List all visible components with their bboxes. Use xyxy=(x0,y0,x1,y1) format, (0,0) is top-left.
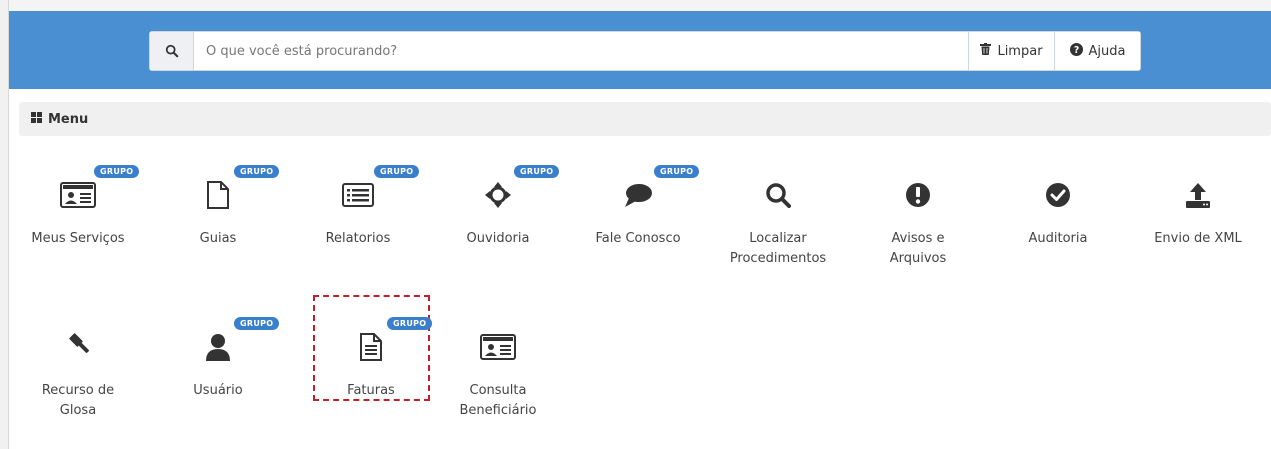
menu-title: Menu xyxy=(48,111,89,127)
menu-item-usuario[interactable]: GRUPO Usuário xyxy=(148,317,288,401)
comment-icon xyxy=(623,182,653,212)
menu-item-ouvidoria[interactable]: GRUPO Ouvidoria xyxy=(428,165,568,249)
group-badge: GRUPO xyxy=(514,165,560,178)
menu-item-label: Faturas xyxy=(347,383,395,398)
menu-item-label: Recurso de Glosa xyxy=(41,383,115,418)
menu-item-label: Usuário xyxy=(193,383,243,398)
menu-item-envio-xml[interactable]: Envio de XML xyxy=(1128,177,1268,249)
menu-item-localizar-procedimentos[interactable]: Localizar Procedimentos xyxy=(708,177,848,269)
menu-item-label: Consulta Beneficiário xyxy=(459,383,537,418)
help-button-label: Ajuda xyxy=(1088,43,1126,59)
svg-text:?: ? xyxy=(1073,44,1078,55)
menu-item-label: Avisos e Arquivos xyxy=(889,231,947,266)
group-badge: GRUPO xyxy=(374,165,420,178)
user-icon xyxy=(205,333,231,365)
group-badge: GRUPO xyxy=(654,165,700,178)
menu-panel: Limpar ? Ajuda Menu GRUPO Meus Serviços xyxy=(9,11,1271,449)
menu-item-label: Ouvidoria xyxy=(466,231,530,246)
exclamation-circle-icon xyxy=(905,182,931,212)
group-badge: GRUPO xyxy=(387,317,433,330)
menu-item-meus-servicos[interactable]: GRUPO Meus Serviços xyxy=(8,165,148,249)
crosshairs-icon xyxy=(485,182,511,212)
menu-item-label: Guias xyxy=(199,231,237,246)
help-button[interactable]: ? Ajuda xyxy=(1054,32,1140,70)
upload-icon xyxy=(1184,181,1212,213)
menu-item-consulta-beneficiario[interactable]: Consulta Beneficiário xyxy=(428,329,568,421)
file-text-icon xyxy=(359,332,383,366)
menu-item-label: Fale Conosco xyxy=(595,231,681,246)
check-circle-icon xyxy=(1045,182,1071,212)
file-icon xyxy=(206,180,230,214)
menu-item-label: Relatorios xyxy=(325,231,391,246)
group-badge: GRUPO xyxy=(234,165,280,178)
menu-item-label: Meus Serviços xyxy=(31,231,125,246)
group-badge: GRUPO xyxy=(234,317,280,330)
list-alt-icon xyxy=(342,183,374,211)
search-icon[interactable] xyxy=(150,32,194,70)
menu-item-relatorios[interactable]: GRUPO Relatorios xyxy=(288,165,428,249)
menu-item-recurso-glosa[interactable]: Recurso de Glosa xyxy=(8,329,148,421)
menu-item-guias[interactable]: GRUPO Guias xyxy=(148,165,288,249)
grid-icon xyxy=(31,111,42,127)
trash-icon xyxy=(980,43,992,59)
menu-item-faturas[interactable]: GRUPO Faturas xyxy=(301,317,441,401)
gavel-icon xyxy=(64,333,92,365)
id-card-icon xyxy=(480,334,516,364)
menu-item-fale-conosco[interactable]: GRUPO Fale Conosco xyxy=(568,165,708,249)
clear-button-label: Limpar xyxy=(997,43,1043,59)
menu-item-label: Localizar Procedimentos xyxy=(729,231,827,266)
menu-item-avisos-arquivos[interactable]: Avisos e Arquivos xyxy=(848,177,988,269)
search-input[interactable] xyxy=(194,32,968,70)
question-circle-icon: ? xyxy=(1069,42,1083,60)
menu-header: Menu xyxy=(19,102,1271,136)
search-group: Limpar ? Ajuda xyxy=(149,31,1141,71)
menu-item-label: Auditoria xyxy=(1028,231,1088,246)
id-card-icon xyxy=(60,182,96,212)
search-icon xyxy=(765,182,791,212)
search-header-bar: Limpar ? Ajuda xyxy=(9,11,1271,89)
menu-item-label: Envio de XML xyxy=(1154,231,1242,246)
clear-button[interactable]: Limpar xyxy=(968,32,1054,70)
group-badge: GRUPO xyxy=(94,165,140,178)
menu-item-auditoria[interactable]: Auditoria xyxy=(988,177,1128,249)
